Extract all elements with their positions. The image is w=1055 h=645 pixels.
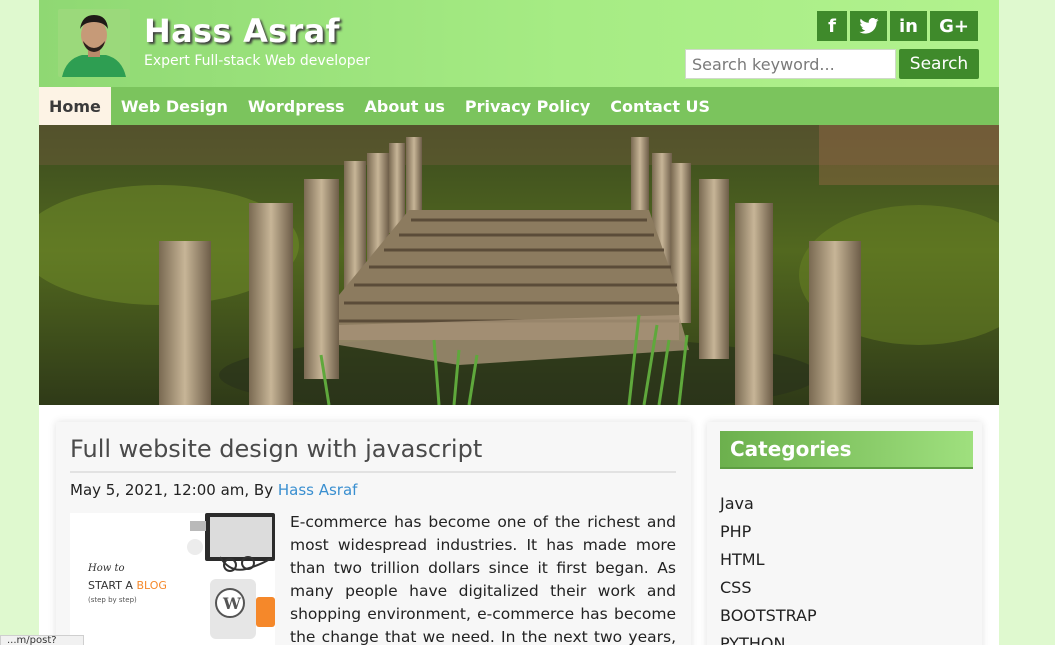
nav-item-wordpress[interactable]: Wordpress [238,87,355,125]
post-excerpt: E-commerce has become one of the richest… [290,513,676,645]
search-placeholder: Search keyword... [692,54,835,74]
post-date: May 5, 2021, 12:00 am, By [70,481,274,499]
post-title[interactable]: Full website design with javascript [70,435,676,473]
search-input[interactable]: Search keyword... [685,49,896,79]
thumb-text-how-to: How to [87,563,125,574]
google-plus-icon[interactable]: G+ [930,11,978,41]
search-button[interactable]: Search [899,49,979,79]
post-meta: May 5, 2021, 12:00 am, By Hass Asraf [70,481,357,499]
site-title[interactable]: Hass Asraf [144,12,340,50]
post-author-link[interactable]: Hass Asraf [278,481,358,499]
author-avatar[interactable] [58,9,130,77]
main-content: Full website design with javascript May … [39,405,999,645]
nav-item-home[interactable]: Home [39,87,111,125]
site-tagline: Expert Full-stack Web developer [144,53,371,69]
nav-item-contact-us[interactable]: Contact US [600,87,720,125]
category-item[interactable]: PHP [720,522,817,550]
nav-item-privacy-policy[interactable]: Privacy Policy [455,87,600,125]
social-links: f in G+ [817,11,978,41]
category-item[interactable]: CSS [720,578,817,606]
post-card: Full website design with javascript May … [56,422,691,645]
category-item[interactable]: HTML [720,550,817,578]
nav-item-about-us[interactable]: About us [355,87,455,125]
linkedin-icon[interactable]: in [890,11,927,41]
main-nav: Home Web Design Wordpress About us Priva… [39,87,999,125]
svg-text:W: W [222,594,242,613]
status-bar-url: ...m/post?id=33 [0,635,84,645]
category-item[interactable]: Java [720,494,817,522]
categories-widget: Categories Java PHP HTML CSS BOOTSTRAP P… [707,422,982,645]
categories-heading: Categories [720,431,973,469]
thumb-text-step: (step by step) [88,596,137,604]
categories-list: Java PHP HTML CSS BOOTSTRAP PYTHON [720,494,817,645]
page-container: Hass Asraf Expert Full-stack Web develop… [39,0,999,645]
twitter-icon[interactable] [850,11,887,41]
nav-item-web-design[interactable]: Web Design [111,87,238,125]
category-item[interactable]: BOOTSTRAP [720,606,817,634]
facebook-icon[interactable]: f [817,11,847,41]
post-thumbnail[interactable]: W How to START A BLOG (step by step) [70,513,275,645]
thumb-text-blog: BLOG [136,579,166,592]
thumb-text-start: START A BLOG [88,579,167,592]
site-header: Hass Asraf Expert Full-stack Web develop… [39,0,999,87]
thumb-text-start-a: START A [88,579,136,592]
hero-image [39,125,999,405]
category-item[interactable]: PYTHON [720,634,817,645]
